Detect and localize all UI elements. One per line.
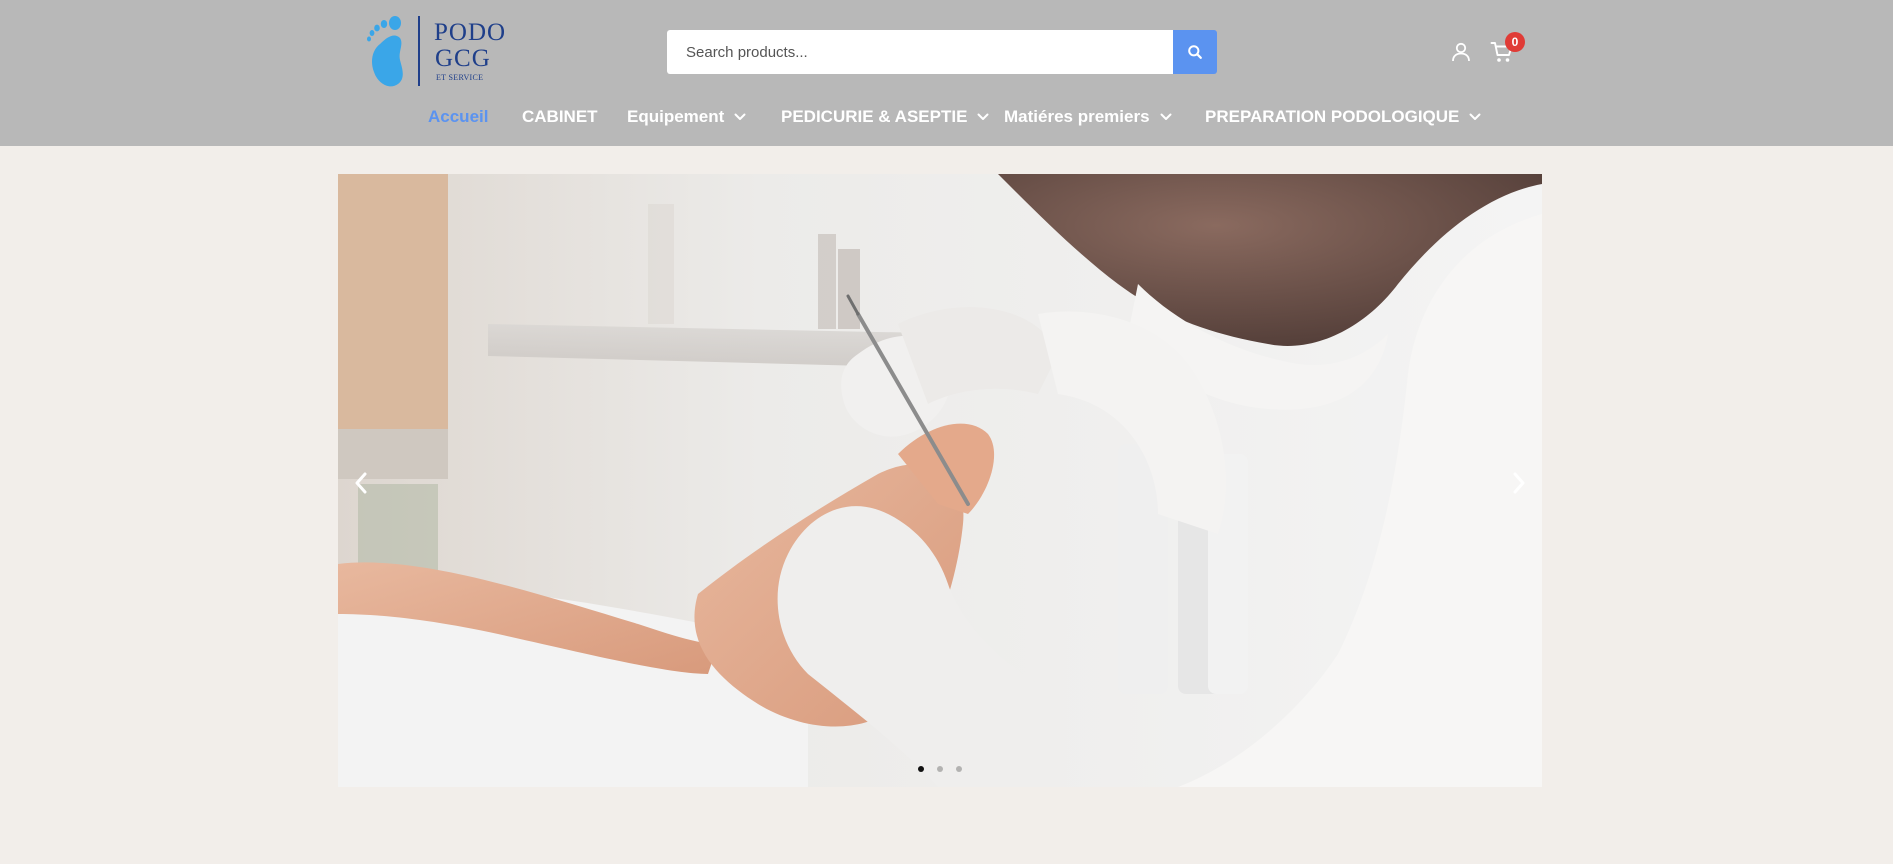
nav-item-label: PREPARATION PODOLOGIQUE [1205, 107, 1460, 126]
brand-name-line2: GCG [435, 45, 491, 72]
nav-item-accueil[interactable]: Accueil [428, 104, 488, 130]
brand-logo[interactable]: PODO GCG ET SERVICE [364, 14, 514, 90]
chevron-down-icon [734, 113, 746, 120]
site-header: PODO GCG ET SERVICE 0 Accueil CABINET [0, 0, 1893, 146]
chevron-down-icon [1160, 113, 1172, 120]
user-icon [1452, 42, 1470, 62]
nav-item-label: Equipement [627, 107, 725, 126]
nav-item-matieres-premiers[interactable]: Matiéres premiers [1004, 104, 1172, 130]
nav-item-label: CABINET [522, 107, 598, 126]
slider-prev-button[interactable] [350, 469, 372, 497]
hero-slider [338, 174, 1542, 787]
brand-tagline: ET SERVICE [436, 73, 484, 82]
chevron-right-icon [1513, 472, 1525, 494]
slider-next-button[interactable] [1508, 469, 1530, 497]
search-input[interactable] [667, 30, 1173, 74]
nav-item-label: Accueil [428, 107, 489, 126]
slider-dot-1[interactable] [918, 766, 924, 772]
account-button[interactable] [1450, 41, 1472, 63]
logo-divider [418, 16, 420, 86]
chevron-down-icon [1469, 113, 1481, 120]
slide-image [338, 174, 1542, 787]
chevron-down-icon [977, 113, 989, 120]
nav-item-cabinet[interactable]: CABINET [522, 104, 598, 130]
slider-dot-3[interactable] [956, 766, 962, 772]
foot-logo-icon [367, 16, 403, 87]
nav-item-pedicurie-aseptie[interactable]: PEDICURIE & ASEPTIE [781, 104, 989, 130]
chevron-left-icon [355, 472, 367, 494]
nav-item-label: PEDICURIE & ASEPTIE [781, 107, 968, 126]
main-navigation: Accueil CABINET Equipement PEDICURIE & A… [0, 104, 1893, 130]
nav-item-label: Matiéres premiers [1004, 107, 1150, 126]
search-button[interactable] [1173, 30, 1217, 74]
slider-pagination [918, 766, 962, 774]
slider-dot-2[interactable] [937, 766, 943, 772]
brand-name-line1: PODO [434, 19, 507, 46]
nav-item-preparation-podologique[interactable]: PREPARATION PODOLOGIQUE [1205, 104, 1481, 130]
cart-count-badge: 0 [1505, 32, 1525, 52]
nav-item-equipement[interactable]: Equipement [627, 104, 746, 130]
search-icon [1188, 45, 1202, 59]
